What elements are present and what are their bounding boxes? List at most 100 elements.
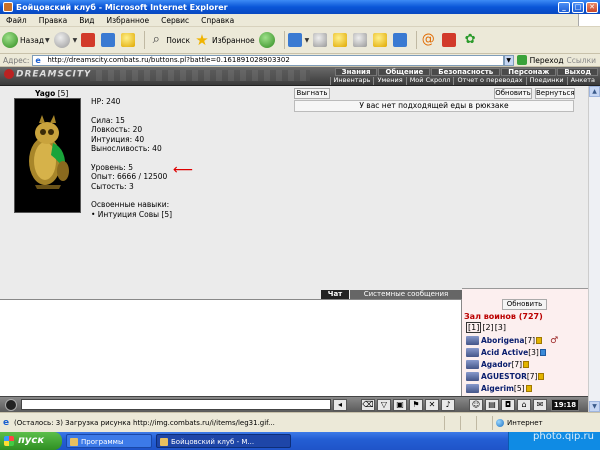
chat-input[interactable] [21, 399, 331, 410]
inventory-icon[interactable]: ▤ [485, 398, 499, 411]
scroll-down-arrow-icon[interactable]: ▼ [589, 401, 600, 412]
menu-tools[interactable]: Сервис [155, 16, 195, 25]
mail-button[interactable]: ▼ [287, 33, 309, 47]
game-header: DREAMSCITY Знания Общение Безопасность П… [0, 67, 600, 86]
address-input[interactable]: http://dreamscity.combats.ru/buttons.pl?… [32, 54, 504, 66]
player-name[interactable]: Acid Active [481, 348, 528, 357]
page-link-3[interactable]: [3] [495, 323, 506, 332]
taskbar-item-browser[interactable]: Бойцовский клуб - M... [156, 434, 291, 448]
back-button[interactable]: Назад ▼ [2, 32, 50, 48]
chat-area[interactable] [0, 299, 462, 396]
close-button[interactable]: ✕ [586, 1, 598, 13]
icq-button[interactable]: @ [420, 32, 438, 48]
back-arrow-icon [2, 32, 18, 48]
flower-button[interactable]: ✿ [462, 32, 480, 48]
player-name[interactable]: AGUESTOR [481, 372, 527, 381]
walk-icon[interactable]: ⚑ [409, 398, 423, 411]
forward-button[interactable]: ▼ [53, 32, 77, 48]
links-button[interactable]: Ссылки [567, 56, 600, 65]
players-refresh-button[interactable]: Обновить [502, 299, 547, 310]
refresh-button[interactable]: Обновить [494, 88, 532, 99]
chat-mode-icon[interactable] [5, 398, 17, 411]
info-icon[interactable] [523, 361, 530, 368]
menu-file[interactable]: Файл [0, 16, 33, 25]
edit-button[interactable] [333, 33, 349, 47]
menu-bar: Файл Правка Вид Избранное Сервис Справка [0, 14, 600, 27]
return-button[interactable]: Вернуться [535, 88, 575, 99]
send-button[interactable]: ◂ [333, 398, 347, 411]
page-link-2[interactable]: [2] [482, 323, 493, 332]
start-button[interactable]: пуск [0, 432, 62, 450]
nav-security[interactable]: Безопасность [431, 68, 501, 76]
nav-communication[interactable]: Общение [378, 68, 431, 76]
filter-icon[interactable]: ▽ [377, 398, 391, 411]
skills-title: Освоенные навыки: [91, 200, 170, 209]
addon-button[interactable] [442, 33, 458, 47]
chevron-down-icon: ▼ [45, 36, 50, 44]
info-icon[interactable] [539, 349, 546, 356]
subnav-skills[interactable]: Умения [373, 77, 405, 85]
bag-icon[interactable]: ◘ [501, 398, 515, 411]
favorites-label: Избранное [212, 35, 255, 45]
star-icon: ★ [195, 31, 209, 49]
maximize-button[interactable]: □ [572, 1, 584, 13]
back-label: Назад [20, 35, 45, 45]
satiety-value: Сытость: 3 [91, 181, 134, 191]
nav-knowledge[interactable]: Знания [334, 68, 378, 76]
subnav-scroll[interactable]: Мой Скролл [405, 77, 454, 85]
toolbar-separator [416, 31, 418, 49]
save-icon[interactable]: ▣ [393, 398, 407, 411]
list-item[interactable]: Aigerim [5] [466, 383, 558, 394]
scroll-up-arrow-icon[interactable]: ▲ [589, 86, 600, 97]
list-item[interactable]: Agador [7] [466, 359, 558, 370]
menu-edit[interactable]: Правка [33, 16, 74, 25]
fight-icon[interactable]: ✕ [425, 398, 439, 411]
menu-view[interactable]: Вид [73, 16, 100, 25]
players-panel: Обновить Зал воинов (727) [1] [2][3] Abor… [462, 288, 588, 396]
subnav-fights[interactable]: Поединки [525, 77, 567, 85]
list-item[interactable]: AGUESTOR [7] [466, 371, 558, 382]
dreamscity-logo: DREAMSCITY [4, 69, 92, 80]
minimize-button[interactable]: _ [558, 1, 570, 13]
menu-favorites[interactable]: Избранное [101, 16, 156, 25]
windows-logo-icon [578, 14, 600, 26]
clear-icon[interactable]: ⌫ [361, 398, 375, 411]
shop-icon[interactable]: ⌂ [517, 398, 531, 411]
nav-character[interactable]: Персонаж [501, 68, 557, 76]
vertical-scrollbar[interactable]: ▲ ▼ [588, 86, 600, 412]
subnav-transfers[interactable]: Отчет о переводах [453, 77, 525, 85]
subnav-profile[interactable]: Анкета [566, 77, 598, 85]
taskbar-item-programs[interactable]: Программы [66, 434, 152, 448]
expel-button[interactable]: Выгнать [294, 88, 330, 99]
smile-icon[interactable]: ☺ [469, 398, 483, 411]
nav-exit[interactable]: Выход [557, 68, 598, 76]
player-name[interactable]: Agador [481, 360, 511, 369]
logo-emblem-icon [4, 69, 14, 79]
home-button[interactable] [121, 33, 137, 47]
discuss-button[interactable] [353, 33, 369, 47]
refresh-page-button[interactable] [101, 33, 117, 47]
research-button[interactable] [373, 33, 389, 47]
player-name[interactable]: Aigerim [481, 384, 514, 393]
intuition-value: Интуиция: 40 [91, 134, 145, 144]
messenger-button[interactable] [393, 33, 409, 47]
print-button[interactable] [313, 33, 329, 47]
list-item[interactable]: Acid Active [3] [466, 347, 558, 358]
player-name[interactable]: Aborigena [481, 336, 524, 345]
info-icon[interactable] [536, 337, 543, 344]
list-item[interactable]: Aborigena [7] ♂ [466, 335, 558, 346]
info-icon[interactable] [538, 373, 545, 380]
address-dropdown[interactable]: ▼ [503, 54, 514, 66]
window-title-bar[interactable]: Бойцовский клуб - Microsoft Internet Exp… [0, 0, 600, 14]
search-button[interactable]: ⌕ Поиск [148, 32, 190, 48]
info-icon[interactable] [525, 385, 532, 392]
go-button[interactable]: Переход [514, 55, 567, 65]
mail-icon[interactable]: ✉ [533, 398, 547, 411]
history-button[interactable] [258, 32, 277, 48]
page-link-1[interactable]: [1] [466, 322, 482, 333]
subnav-inventory[interactable]: Инвентарь [329, 77, 374, 85]
menu-help[interactable]: Справка [195, 16, 240, 25]
stop-button[interactable] [81, 33, 97, 47]
favorites-button[interactable]: ★ Избранное [194, 31, 255, 49]
sound-icon[interactable]: ♪ [441, 398, 455, 411]
